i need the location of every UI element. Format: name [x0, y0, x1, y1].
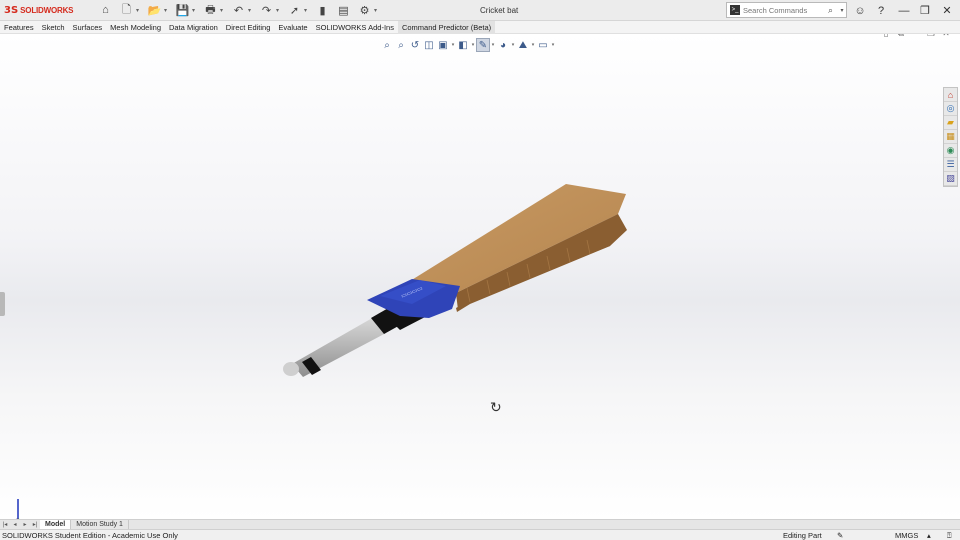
open-icon[interactable]: 📂 [147, 3, 162, 18]
rotate-view-cursor-icon: ↻ [490, 399, 502, 415]
print-icon[interactable]: 🖶 [203, 3, 218, 18]
ds-logo-mark: 3S [4, 4, 19, 16]
command-prompt-icon: >_ [730, 5, 740, 15]
task-pane-tabs: ⌂ ◎ ▰ ▦ ◉ ☰ ▨ [943, 87, 958, 187]
reference-triad-icon [15, 499, 20, 519]
help-icon[interactable]: ? [874, 0, 888, 21]
model-tab-motion-study-1[interactable]: Motion Study 1 [71, 519, 129, 530]
rebuild-traffic-light-icon[interactable]: ▮ [315, 3, 330, 18]
model-tab-model[interactable]: Model [40, 519, 72, 530]
save-icon[interactable]: 💾 [175, 3, 190, 18]
print-dropdown-icon[interactable]: ▾ [218, 7, 225, 14]
select-pointer-icon[interactable]: ➚ [287, 3, 302, 18]
search-icon[interactable]: ⌕ [828, 5, 838, 16]
graphics-area[interactable]: ⌕⌕↺◫▣▾◧▾✎▾◕▾⛰▾▭▾ ▯ ⧉ ❐ ✕ [0, 34, 960, 519]
appearances-scenes-icon[interactable]: ◉ [944, 144, 957, 158]
edition-label: SOLIDWORKS Student Edition - Academic Us… [2, 531, 178, 540]
quick-access-toolbar: ⌂ 🗋 ▾ 📂 ▾ 💾 ▾ 🖶 ▾ ↶ ▾ ↷ ▾ ➚ ▾ ▮ ▤ ⚙ ▾ [98, 0, 385, 21]
prev-tab-nav-icon[interactable]: ◂ [10, 521, 20, 528]
tab-data-migration[interactable]: Data Migration [165, 21, 222, 34]
document-title: Cricket bat [480, 6, 519, 15]
redo-icon[interactable]: ↷ [259, 3, 274, 18]
restore-button[interactable]: ❐ [918, 0, 932, 21]
undo-dropdown-icon[interactable]: ▾ [246, 7, 253, 14]
status-help-icon[interactable]: ⍰ [947, 530, 952, 540]
logo-text: SOLIDWORKS [20, 5, 74, 15]
tab-direct-editing[interactable]: Direct Editing [222, 21, 275, 34]
first-tab-nav-icon[interactable]: |◂ [0, 521, 10, 528]
units-dropdown-icon[interactable]: ▴ [927, 530, 931, 540]
custom-properties-icon[interactable]: ☰ [944, 158, 957, 172]
save-dropdown-icon[interactable]: ▾ [190, 7, 197, 14]
tab-solidworks-add-ins[interactable]: SOLIDWORKS Add-Ins [312, 21, 398, 34]
select-pointer-dropdown-icon[interactable]: ▾ [302, 7, 309, 14]
status-bar: SOLIDWORKS Student Edition - Academic Us… [0, 529, 960, 540]
new-document-icon[interactable]: 🗋 [119, 3, 134, 18]
design-library-icon[interactable]: ◎ [944, 102, 957, 116]
view-palette-icon[interactable]: ▦ [944, 130, 957, 144]
model-tabs-bar: |◂ ◂ ▸ ▸| Model Motion Study 1 [0, 519, 960, 530]
search-commands-box[interactable]: >_ Search Commands ⌕ ▾ [726, 2, 847, 18]
search-commands-input[interactable]: Search Commands [743, 6, 828, 15]
options-gear-dropdown-icon[interactable]: ▾ [372, 7, 379, 14]
solidworks-forum-icon[interactable]: ▨ [944, 172, 957, 186]
search-dropdown-icon[interactable]: ▾ [838, 7, 846, 14]
next-tab-nav-icon[interactable]: ▸ [20, 521, 30, 528]
redo-dropdown-icon[interactable]: ▾ [274, 7, 281, 14]
options-gear-icon[interactable]: ⚙ [357, 3, 372, 18]
tab-features[interactable]: Features [0, 21, 38, 34]
rebuild-status-icon[interactable]: ✎ [837, 530, 843, 540]
tab-sketch[interactable]: Sketch [38, 21, 69, 34]
tab-surfaces[interactable]: Surfaces [69, 21, 107, 34]
undo-icon[interactable]: ↶ [231, 3, 246, 18]
tab-mesh-modeling[interactable]: Mesh Modeling [106, 21, 165, 34]
file-explorer-icon[interactable]: ▰ [944, 116, 957, 130]
command-manager-tabs: Features Sketch Surfaces Mesh Modeling Data … [0, 20, 960, 34]
new-document-dropdown-icon[interactable]: ▾ [134, 7, 141, 14]
close-button[interactable]: ✕ [940, 0, 954, 21]
minimize-button[interactable]: — [897, 0, 911, 21]
cricket-bat-model[interactable]: ▭▭▭▭ [0, 34, 960, 519]
tab-command-predictor-beta[interactable]: Command Predictor (Beta) [397, 20, 496, 34]
last-tab-nav-icon[interactable]: ▸| [30, 521, 40, 528]
title-bar: 3S SOLIDWORKS ⌂ 🗋 ▾ 📂 ▾ 💾 ▾ 🖶 ▾ ↶ ▾ ↷ ▾ ➚ ▾ ▮ ▤ ⚙ ▾ Cricke… [0, 0, 960, 21]
solidworks-logo[interactable]: 3S SOLIDWORKS [0, 0, 74, 21]
units-label[interactable]: MMGS [895, 530, 918, 540]
account-icon[interactable]: ☺ [853, 0, 867, 21]
solidworks-resources-icon[interactable]: ⌂ [944, 88, 957, 102]
home-icon[interactable]: ⌂ [98, 3, 113, 18]
file-properties-icon[interactable]: ▤ [336, 3, 351, 18]
tab-evaluate[interactable]: Evaluate [274, 21, 311, 34]
open-dropdown-icon[interactable]: ▾ [162, 7, 169, 14]
editing-mode-label: Editing Part [783, 531, 822, 540]
